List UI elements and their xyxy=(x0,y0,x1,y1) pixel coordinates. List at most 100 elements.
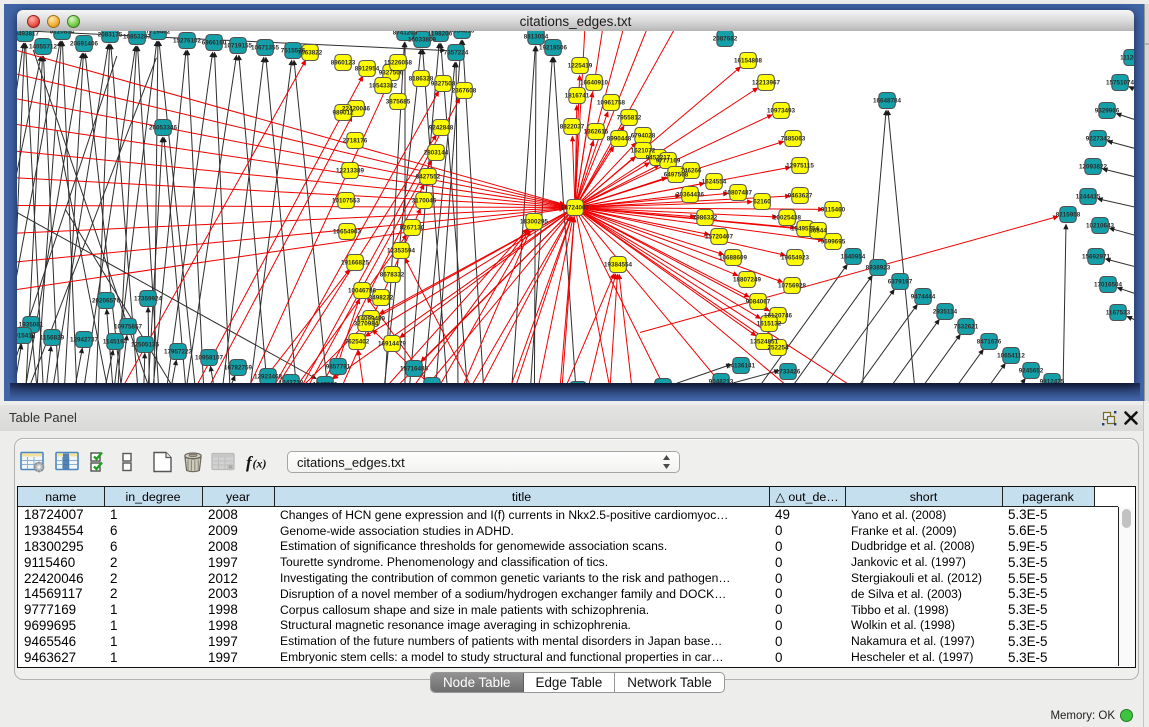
svg-text:17957223: 17957223 xyxy=(164,349,193,356)
svg-text:10543382: 10543382 xyxy=(369,83,398,90)
svg-text:16640910: 16640910 xyxy=(580,80,609,87)
svg-text:1244415: 1244415 xyxy=(1076,194,1101,201)
svg-text:8938923: 8938923 xyxy=(866,265,891,272)
svg-text:9857791: 9857791 xyxy=(326,364,351,371)
svg-text:1847210: 1847210 xyxy=(313,382,338,383)
svg-text:16154808: 16154808 xyxy=(734,58,763,65)
svg-text:9463627: 9463627 xyxy=(788,193,813,200)
svg-text:17359924: 17359924 xyxy=(134,296,163,303)
svg-text:1145194: 1145194 xyxy=(103,339,128,346)
svg-text:9245652: 9245652 xyxy=(1019,368,1044,375)
svg-text:8912954: 8912954 xyxy=(355,66,380,73)
svg-text:9329966: 9329966 xyxy=(1095,108,1120,115)
svg-text:8678332: 8678332 xyxy=(380,272,405,279)
svg-text:8990448: 8990448 xyxy=(607,136,632,143)
svg-text:3875685: 3875685 xyxy=(386,99,411,106)
svg-text:9242848: 9242848 xyxy=(429,125,454,132)
svg-text:6794028: 6794028 xyxy=(631,133,656,140)
svg-text:9327506: 9327506 xyxy=(379,70,404,77)
svg-text:20691406: 20691406 xyxy=(70,41,99,48)
svg-text:10756928: 10756928 xyxy=(778,283,807,290)
svg-text:20206576: 20206576 xyxy=(92,298,121,305)
svg-text:3270984: 3270984 xyxy=(354,321,379,328)
svg-text:10654903: 10654903 xyxy=(333,229,362,236)
svg-text:16033809: 16033809 xyxy=(408,37,437,44)
svg-text:252254: 252254 xyxy=(767,345,789,352)
svg-text:9699695: 9699695 xyxy=(821,239,846,246)
svg-text:16648784: 16648784 xyxy=(873,98,902,105)
svg-text:62160: 62160 xyxy=(753,199,771,206)
svg-text:2087682: 2087682 xyxy=(713,36,738,43)
svg-text:1624554: 1624554 xyxy=(702,179,727,186)
svg-text:19218506: 19218506 xyxy=(539,45,568,52)
svg-text:1156829: 1156829 xyxy=(40,335,65,342)
svg-text:10975857: 10975857 xyxy=(114,324,143,331)
svg-text:12093822: 12093822 xyxy=(1079,164,1108,171)
svg-text:1112048: 1112048 xyxy=(1120,55,1134,62)
svg-text:17016504: 17016504 xyxy=(1094,282,1123,289)
svg-text:8822037: 8822037 xyxy=(560,124,585,131)
svg-text:10958107: 10958107 xyxy=(195,355,224,362)
svg-text:15226058: 15226058 xyxy=(384,60,413,67)
svg-text:10107553: 10107553 xyxy=(332,198,361,205)
svg-text:989012: 989012 xyxy=(332,110,354,117)
svg-text:12505135: 12505135 xyxy=(131,342,160,349)
svg-text:12213967: 12213967 xyxy=(752,80,781,87)
svg-text:2935114: 2935114 xyxy=(933,309,958,316)
svg-text:26053346: 26053346 xyxy=(149,125,178,132)
svg-text:86844: 86844 xyxy=(809,228,827,235)
svg-text:2718176: 2718176 xyxy=(343,138,368,145)
svg-text:12942737: 12942737 xyxy=(70,337,99,344)
svg-text:10671355: 10671355 xyxy=(251,45,280,52)
svg-text:20364436: 20364436 xyxy=(676,192,705,199)
svg-text:7357224: 7357224 xyxy=(444,50,469,57)
svg-text:1816741: 1816741 xyxy=(565,93,590,100)
svg-text:9777169: 9777169 xyxy=(656,158,681,165)
svg-text:7632621: 7632621 xyxy=(954,324,979,331)
svg-text:9227342: 9227342 xyxy=(1086,136,1111,143)
svg-text:19166825: 19166825 xyxy=(341,260,370,267)
svg-text:10973493: 10973493 xyxy=(767,108,796,115)
svg-text:10210643: 10210643 xyxy=(1086,223,1115,230)
svg-text:1042718: 1042718 xyxy=(279,380,304,383)
svg-text:18724007: 18724007 xyxy=(561,205,590,212)
svg-text:10961758: 10961758 xyxy=(597,100,626,107)
svg-text:9934815: 9934815 xyxy=(450,31,475,35)
svg-text:15276102: 15276102 xyxy=(173,38,202,45)
svg-text:9812475: 9812475 xyxy=(1040,379,1065,383)
svg-text:14136141: 14136141 xyxy=(727,363,756,370)
svg-text:1167533: 1167533 xyxy=(1106,310,1131,317)
svg-text:1225419: 1225419 xyxy=(568,63,593,70)
svg-text:12213389: 12213389 xyxy=(336,168,365,175)
svg-text:1733426: 1733426 xyxy=(776,369,801,376)
svg-text:7663822: 7663822 xyxy=(298,50,323,57)
svg-text:8215958: 8215958 xyxy=(1056,212,1081,219)
svg-text:16782759: 16782759 xyxy=(224,365,253,372)
svg-text:1621072: 1621072 xyxy=(631,148,656,155)
svg-text:19654923: 19654923 xyxy=(781,255,810,262)
svg-text:2083175: 2083175 xyxy=(98,32,123,39)
svg-text:7955812: 7955812 xyxy=(617,115,642,122)
svg-text:16120746: 16120746 xyxy=(764,313,793,320)
svg-text:15720407: 15720407 xyxy=(705,234,734,241)
svg-text:12353594: 12353594 xyxy=(387,248,416,255)
svg-text:10807487: 10807487 xyxy=(724,190,753,197)
svg-text:3498222: 3498222 xyxy=(369,295,394,302)
svg-text:8427552: 8427552 xyxy=(416,174,441,181)
svg-text:7485063: 7485063 xyxy=(781,136,806,143)
svg-text:10719155: 10719155 xyxy=(224,43,253,50)
svg-text:(x): (x) xyxy=(253,457,267,471)
svg-text:9474444: 9474444 xyxy=(911,294,936,301)
svg-text:8471676: 8471676 xyxy=(977,339,1002,346)
svg-text:8267130: 8267130 xyxy=(400,225,425,232)
svg-text:7719462: 7719462 xyxy=(146,31,171,36)
svg-text:15751074: 15751074 xyxy=(1106,80,1134,87)
svg-text:9048213: 9048213 xyxy=(709,379,734,383)
svg-text:14055712: 14055712 xyxy=(29,44,58,51)
svg-text:9327508: 9327508 xyxy=(431,81,456,88)
svg-text:8813054: 8813054 xyxy=(524,34,549,41)
svg-text:10025438: 10025438 xyxy=(773,215,802,222)
svg-text:1640954: 1640954 xyxy=(841,254,866,261)
svg-text:12975115: 12975115 xyxy=(786,163,814,170)
svg-text:10688609: 10688609 xyxy=(719,255,748,262)
